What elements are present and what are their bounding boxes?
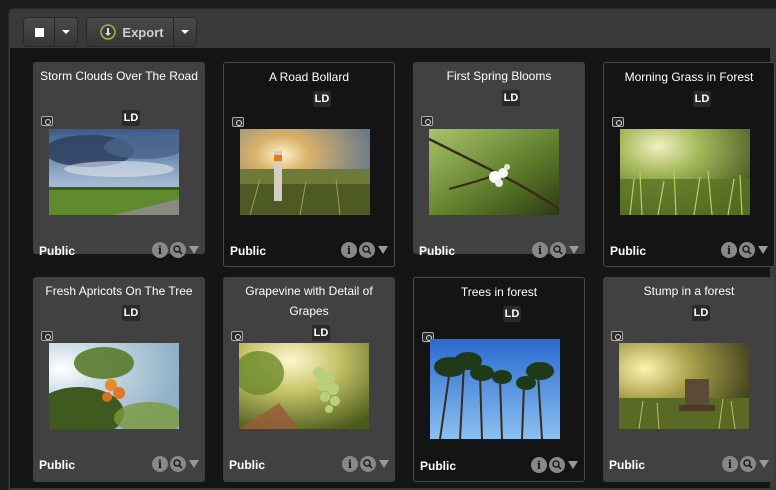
card-title: A Road Bollard bbox=[268, 70, 350, 84]
card-title: First Spring Blooms bbox=[446, 69, 552, 83]
card-title: Storm Clouds Over The Road bbox=[40, 69, 198, 83]
toolbar: Export bbox=[23, 17, 197, 49]
dropdown-triangle-icon[interactable] bbox=[568, 461, 578, 469]
camera-icon bbox=[421, 116, 433, 126]
photo-thumbnail[interactable] bbox=[430, 339, 560, 439]
card-actions: i bbox=[532, 242, 579, 258]
card-title: Stump in a forest bbox=[643, 284, 735, 298]
photo-card[interactable]: Stump in a forest LD Public i bbox=[603, 277, 775, 482]
camera-icon bbox=[41, 116, 53, 126]
photo-card[interactable]: Fresh Apricots On The Tree LD Public i bbox=[33, 277, 205, 482]
info-icon[interactable]: i bbox=[342, 456, 358, 472]
ld-badge: LD bbox=[312, 325, 330, 341]
photo-card[interactable]: Morning Grass in Forest LD Public i bbox=[603, 62, 775, 267]
select-control bbox=[23, 17, 78, 47]
magnifier-icon[interactable] bbox=[170, 242, 186, 258]
photo-card[interactable]: First Spring Blooms LD Public i bbox=[413, 62, 585, 258]
dropdown-triangle-icon[interactable] bbox=[189, 246, 199, 254]
card-actions: i bbox=[342, 456, 389, 472]
card-actions: i bbox=[722, 456, 769, 472]
info-icon[interactable]: i bbox=[152, 242, 168, 258]
photo-thumbnail[interactable] bbox=[49, 343, 179, 429]
visibility-label: Public bbox=[230, 244, 267, 258]
photo-card[interactable]: Grapevine with Detail of Grapes LD Publi… bbox=[223, 277, 395, 482]
card-title: Morning Grass in Forest bbox=[624, 70, 754, 84]
dropdown-triangle-icon[interactable] bbox=[759, 460, 769, 468]
visibility-label: Public bbox=[610, 244, 647, 258]
dropdown-triangle-icon[interactable] bbox=[379, 460, 389, 468]
info-icon[interactable]: i bbox=[341, 242, 357, 258]
card-title: Fresh Apricots On The Tree bbox=[45, 284, 193, 298]
info-icon[interactable]: i bbox=[531, 457, 547, 473]
magnifier-icon[interactable] bbox=[359, 242, 375, 258]
ld-badge: LD bbox=[692, 305, 710, 321]
export-control: Export bbox=[86, 17, 197, 47]
dropdown-triangle-icon[interactable] bbox=[378, 246, 388, 254]
visibility-label: Public bbox=[609, 458, 646, 472]
ld-badge: LD bbox=[313, 91, 331, 107]
camera-icon bbox=[612, 117, 624, 127]
info-icon[interactable]: i bbox=[722, 456, 738, 472]
photo-thumbnail[interactable] bbox=[620, 129, 750, 215]
magnifier-icon[interactable] bbox=[740, 456, 756, 472]
magnifier-icon[interactable] bbox=[550, 242, 566, 258]
card-actions: i bbox=[341, 242, 388, 258]
photo-card[interactable]: Storm Clouds Over The Road LD Public i bbox=[33, 62, 205, 258]
card-actions: i bbox=[721, 242, 768, 258]
photo-thumbnail[interactable] bbox=[240, 129, 370, 215]
ld-badge: LD bbox=[502, 90, 520, 106]
info-icon[interactable]: i bbox=[532, 242, 548, 258]
magnifier-icon[interactable] bbox=[549, 457, 565, 473]
magnifier-icon[interactable] bbox=[360, 456, 376, 472]
export-button[interactable]: Export bbox=[87, 18, 173, 46]
card-actions: i bbox=[152, 242, 199, 258]
card-actions: i bbox=[152, 456, 199, 472]
visibility-label: Public bbox=[39, 244, 76, 258]
ld-badge: LD bbox=[693, 91, 711, 107]
ld-badge: LD bbox=[122, 110, 140, 126]
visibility-label: Public bbox=[420, 459, 457, 473]
photo-thumbnail[interactable] bbox=[429, 129, 559, 215]
card-title: Grapevine with Detail of Grapes bbox=[245, 284, 373, 318]
photo-grid: Storm Clouds Over The Road LD Public i A… bbox=[10, 48, 775, 488]
chevron-down-icon bbox=[62, 30, 70, 34]
camera-icon bbox=[231, 331, 243, 341]
photo-card[interactable]: Trees in forest LD Public i bbox=[413, 277, 585, 482]
select-menu-button[interactable] bbox=[55, 18, 77, 46]
card-actions: i bbox=[531, 457, 578, 473]
camera-icon bbox=[232, 117, 244, 127]
export-label: Export bbox=[122, 24, 164, 40]
dropdown-triangle-icon[interactable] bbox=[189, 460, 199, 468]
magnifier-icon[interactable] bbox=[739, 242, 755, 258]
checkbox-square-icon bbox=[34, 27, 44, 37]
photo-card[interactable]: A Road Bollard LD Public i bbox=[223, 62, 395, 267]
photo-thumbnail[interactable] bbox=[619, 343, 749, 429]
info-icon[interactable]: i bbox=[721, 242, 737, 258]
select-all-button[interactable] bbox=[24, 18, 54, 46]
magnifier-icon[interactable] bbox=[170, 456, 186, 472]
photo-thumbnail[interactable] bbox=[49, 129, 179, 215]
info-icon[interactable]: i bbox=[152, 456, 168, 472]
ld-badge: LD bbox=[122, 305, 140, 321]
camera-icon bbox=[611, 331, 623, 341]
card-title: Trees in forest bbox=[460, 285, 538, 299]
photo-thumbnail[interactable] bbox=[239, 343, 369, 429]
visibility-label: Public bbox=[229, 458, 266, 472]
chevron-down-icon bbox=[181, 30, 189, 34]
ld-badge: LD bbox=[503, 306, 521, 322]
visibility-label: Public bbox=[419, 244, 456, 258]
export-menu-button[interactable] bbox=[174, 18, 196, 46]
export-download-icon bbox=[100, 24, 117, 40]
dropdown-triangle-icon[interactable] bbox=[569, 246, 579, 254]
camera-icon bbox=[41, 331, 53, 341]
visibility-label: Public bbox=[39, 458, 76, 472]
dropdown-triangle-icon[interactable] bbox=[758, 246, 768, 254]
